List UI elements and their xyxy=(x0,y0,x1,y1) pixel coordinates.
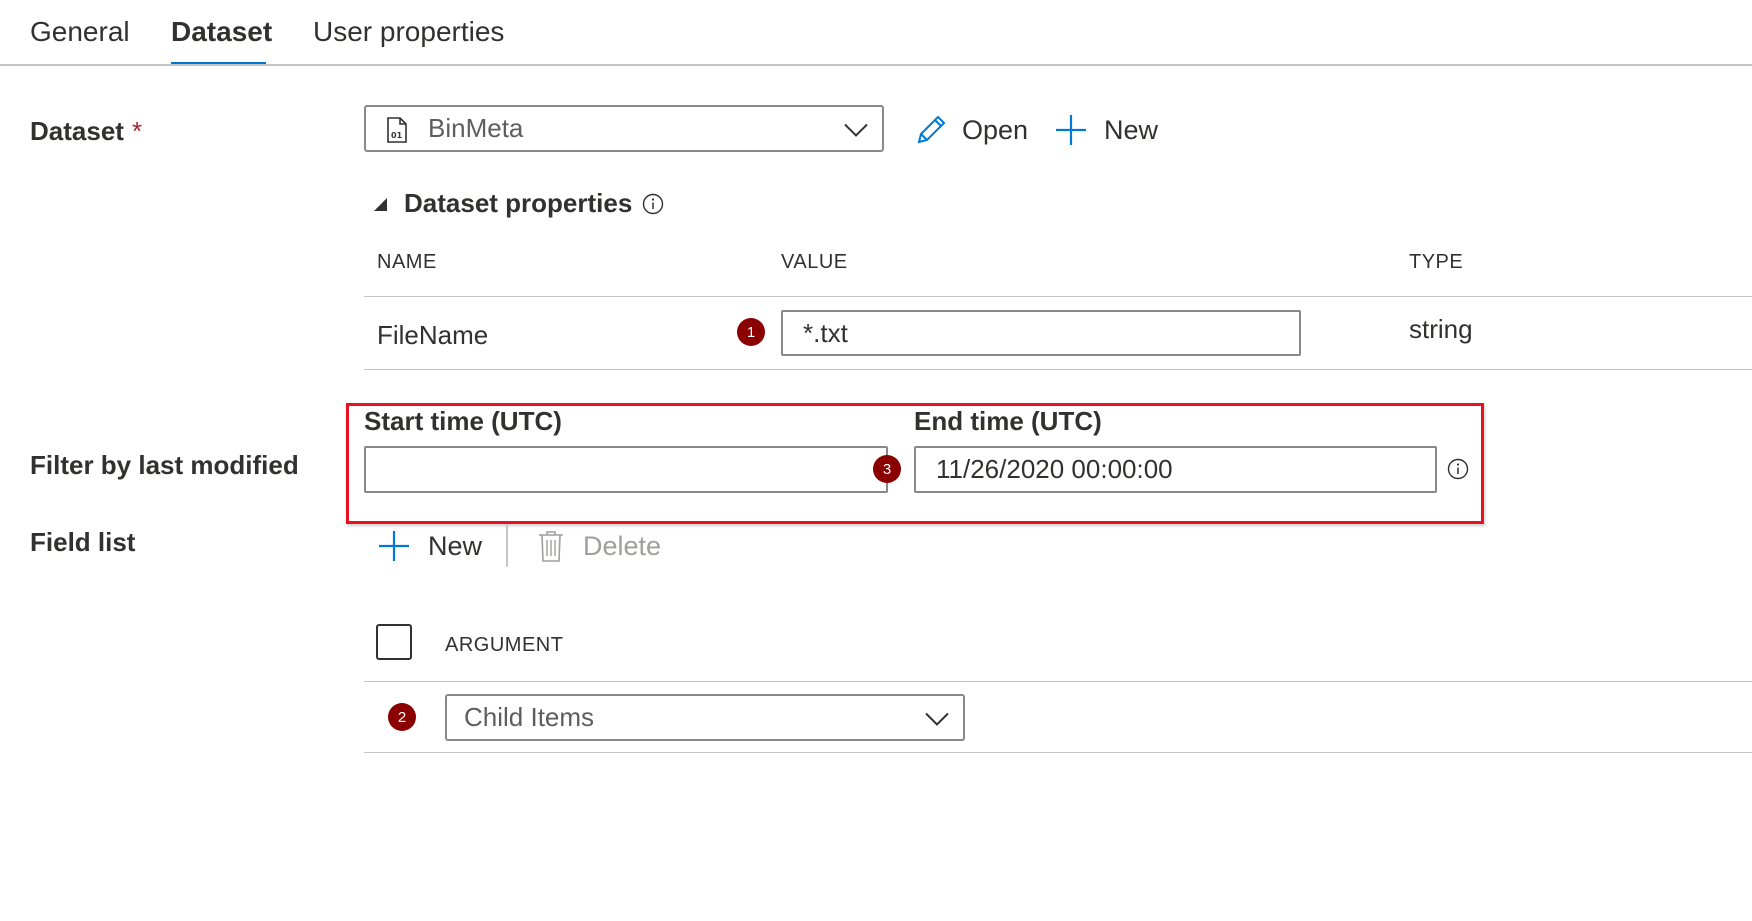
field-delete-label: Delete xyxy=(583,530,662,561)
tabs-divider xyxy=(0,64,1752,66)
filter-highlight-box xyxy=(346,403,1484,524)
dataset-label: Dataset * xyxy=(30,116,142,147)
property-value-input[interactable] xyxy=(781,310,1301,356)
chevron-down-icon xyxy=(925,702,949,733)
column-header-type: TYPE xyxy=(1409,251,1464,273)
collapse-triangle-icon xyxy=(372,196,388,212)
new-dataset-button[interactable]: New xyxy=(1055,110,1158,150)
tab-dataset[interactable]: Dataset xyxy=(171,16,272,48)
plus-icon xyxy=(378,530,410,562)
svg-text:01: 01 xyxy=(391,131,403,140)
property-type: string xyxy=(1409,314,1473,344)
field-new-button[interactable]: New xyxy=(378,527,482,565)
tab-general[interactable]: General xyxy=(30,16,130,48)
argument-select[interactable]: Child Items xyxy=(445,694,965,741)
field-new-label: New xyxy=(428,530,483,561)
pencil-icon xyxy=(914,113,948,147)
argument-select-value: Child Items xyxy=(464,702,595,732)
field-list-label: Field list xyxy=(30,527,136,557)
column-header-argument: ARGUMENT xyxy=(445,634,564,656)
marker-2: 2 xyxy=(388,703,416,731)
info-icon[interactable] xyxy=(642,193,664,215)
dataset-select[interactable]: 01 BinMeta xyxy=(364,105,884,152)
open-label: Open xyxy=(962,114,1029,145)
dataset-select-value: BinMeta xyxy=(428,113,524,143)
filter-label: Filter by last modified xyxy=(30,450,299,480)
plus-icon xyxy=(1055,114,1087,146)
marker-1: 1 xyxy=(737,318,765,346)
new-label: New xyxy=(1104,114,1159,145)
select-all-checkbox[interactable] xyxy=(376,624,412,660)
toolbar-separator xyxy=(506,524,508,567)
dataset-file-icon: 01 xyxy=(386,117,408,150)
dataset-properties-toggle[interactable]: Dataset properties xyxy=(372,188,664,219)
required-mark: * xyxy=(131,116,143,146)
dataset-properties-title: Dataset properties xyxy=(404,188,633,218)
property-row: FileName 1 string xyxy=(0,297,1752,369)
open-dataset-button[interactable]: Open xyxy=(914,110,1028,150)
dataset-label-text: Dataset xyxy=(30,116,124,146)
tab-user-properties[interactable]: User properties xyxy=(313,16,504,48)
property-name: FileName xyxy=(377,320,489,350)
column-header-name: NAME xyxy=(377,251,437,273)
field-row: 2 Child Items xyxy=(0,682,1752,752)
field-row-divider xyxy=(364,752,1752,753)
chevron-down-icon xyxy=(844,113,868,144)
properties-row-divider xyxy=(364,369,1752,370)
field-delete-button[interactable]: Delete xyxy=(538,527,661,565)
trash-icon xyxy=(538,530,564,562)
column-header-value: VALUE xyxy=(781,251,848,273)
